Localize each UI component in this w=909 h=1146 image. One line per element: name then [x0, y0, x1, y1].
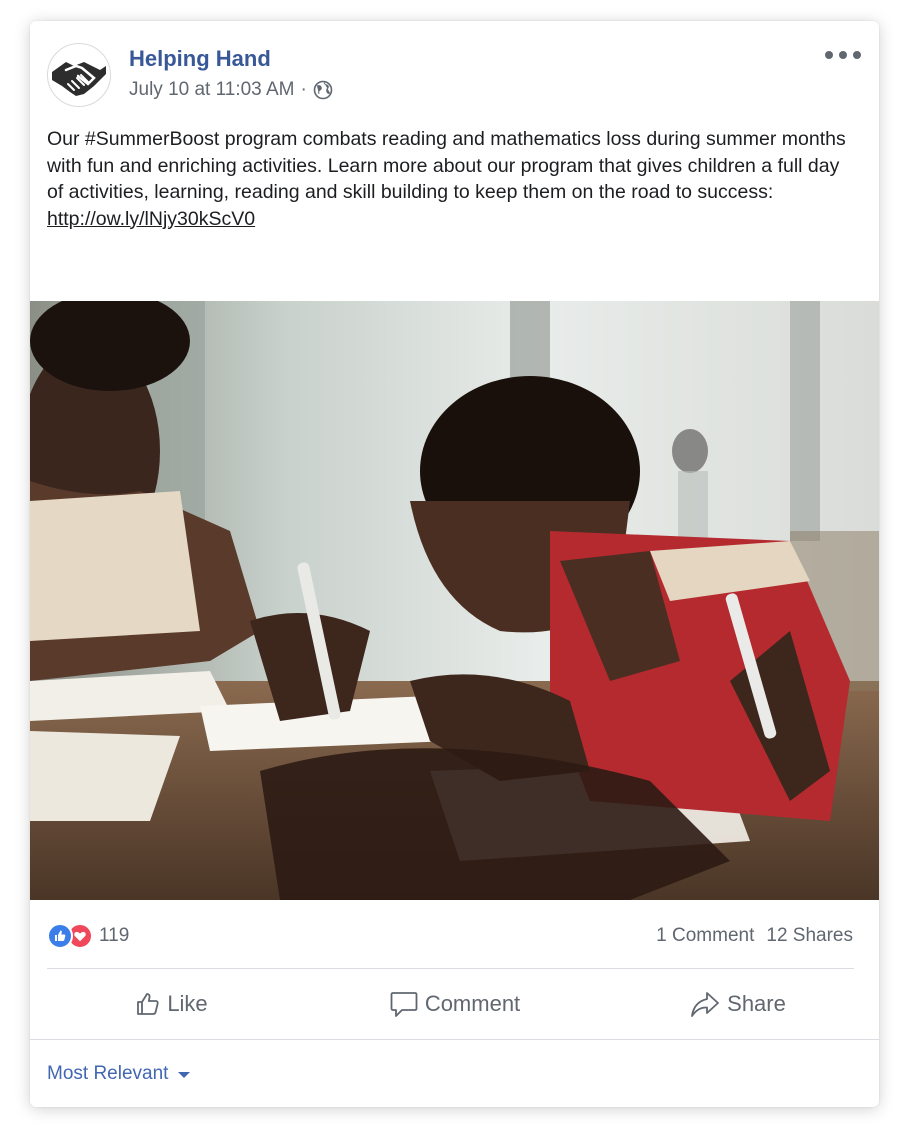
more-dot-icon [839, 51, 847, 59]
thumbs-up-icon [137, 993, 159, 1015]
share-button-label: Share [727, 991, 786, 1016]
like-button[interactable]: Like [30, 969, 313, 1039]
page-avatar[interactable] [47, 43, 111, 107]
comment-count-link[interactable]: 1 Comment [656, 925, 754, 947]
post-meta: July 10 at 11:03 AM · [129, 79, 333, 101]
handshake-icon [52, 62, 106, 96]
reaction-count: 119 [99, 925, 130, 946]
post-card: Helping Hand July 10 at 11:03 AM · Our #… [30, 21, 879, 1107]
globe-icon [313, 80, 333, 100]
like-button-label: Like [167, 991, 208, 1016]
reactions-summary[interactable]: 119 [47, 923, 129, 949]
post-photo[interactable] [30, 301, 879, 900]
share-icon [691, 992, 720, 1017]
caret-down-icon [178, 1072, 191, 1078]
comment-sort-dropdown[interactable]: Most Relevant [47, 1063, 191, 1085]
share-count-link[interactable]: 12 Shares [766, 925, 853, 947]
engagement-counts: 1 Comment 12 Shares [656, 925, 853, 947]
more-dot-icon [853, 51, 861, 59]
reaction-stats: 119 1 Comment 12 Shares [30, 900, 879, 968]
comment-button-label: Comment [424, 991, 521, 1016]
actions-divider [30, 1039, 879, 1040]
more-dot-icon [825, 51, 833, 59]
post-header: Helping Hand July 10 at 11:03 AM · [30, 21, 879, 121]
comment-button[interactable]: Comment [313, 969, 596, 1039]
meta-separator: · [300, 79, 307, 100]
post-body-text: Our #SummerBoost program combats reading… [47, 128, 846, 203]
action-bar: Like Comment Share [30, 969, 879, 1039]
comment-sort-label: Most Relevant [47, 1063, 169, 1084]
page-name-link[interactable]: Helping Hand [129, 46, 271, 72]
more-options-button[interactable] [825, 45, 861, 65]
like-icon [47, 923, 73, 949]
classroom-photo [30, 301, 879, 900]
post-body: Our #SummerBoost program combats reading… [47, 126, 857, 232]
comment-icon [390, 992, 418, 1017]
post-timestamp[interactable]: July 10 at 11:03 AM [129, 79, 294, 101]
share-button[interactable]: Share [596, 969, 879, 1039]
post-link[interactable]: http://ow.ly/lNjy30kScV0 [47, 208, 255, 230]
